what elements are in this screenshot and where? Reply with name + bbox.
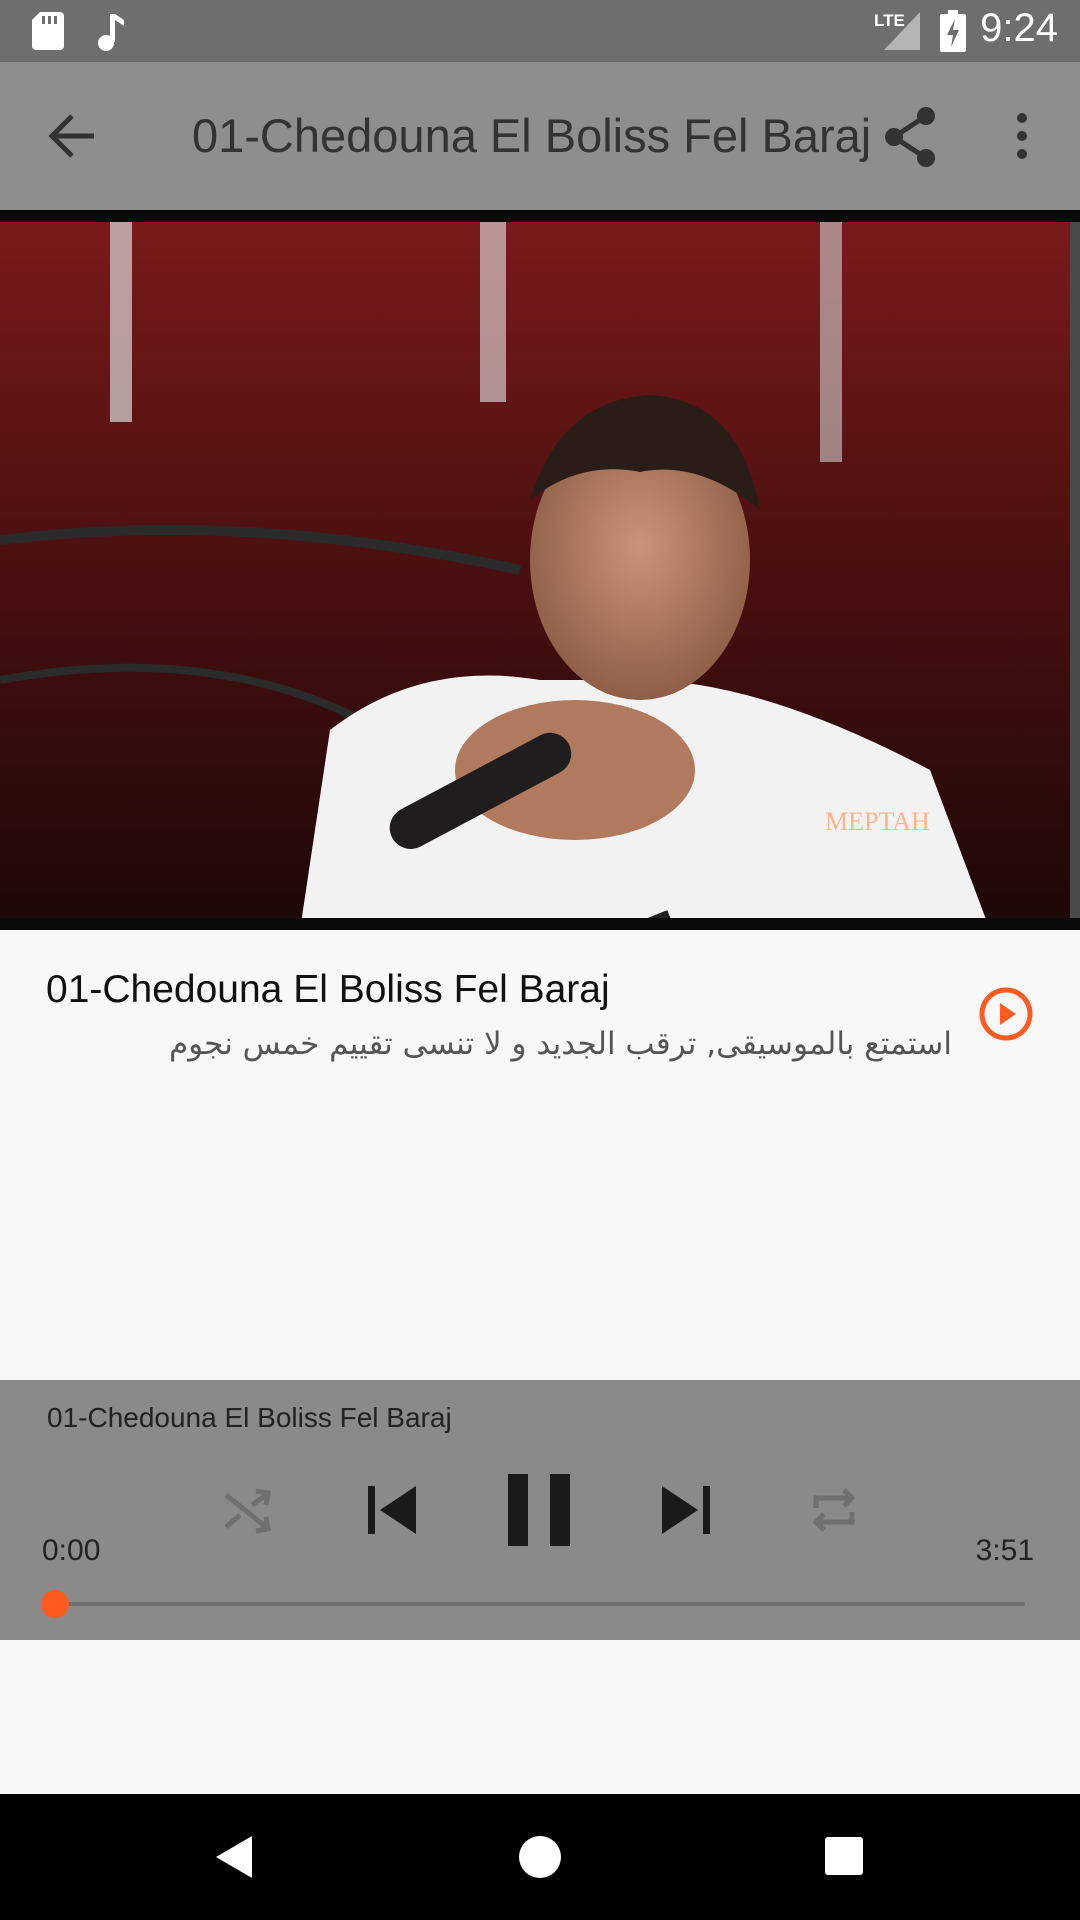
status-time: 9:24 — [980, 6, 1058, 50]
share-icon[interactable] — [882, 106, 938, 168]
system-nav-bar — [0, 1794, 1080, 1920]
battery-charging-icon — [940, 10, 966, 52]
mini-player: 01-Chedouna El Boliss Fel Baraj 0:00 3:5… — [0, 1380, 1080, 1640]
more-vert-icon[interactable] — [1012, 112, 1032, 160]
pause-icon[interactable] — [506, 1472, 572, 1548]
video-thumbnail: MEPTAH — [0, 210, 1080, 968]
seek-bar-thumb[interactable] — [41, 1590, 69, 1618]
track-title[interactable]: 01-Chedouna El Boliss Fel Baraj — [46, 968, 610, 1012]
music-note-icon — [98, 14, 124, 51]
shuffle-icon[interactable] — [222, 1485, 272, 1535]
status-bar: LTE 9:24 — [0, 0, 1080, 62]
repeat-icon[interactable] — [808, 1484, 860, 1536]
now-playing-title: 01-Chedouna El Boliss Fel Baraj — [47, 1402, 452, 1433]
current-time: 0:00 — [42, 1534, 101, 1567]
signal-icon — [884, 12, 920, 50]
app-bar: 01-Chedouna El Boliss Fel Baraj — [0, 62, 1080, 210]
nav-back-icon[interactable] — [214, 1834, 254, 1880]
video-watermark: MEPTAH — [825, 807, 930, 836]
sd-card-icon — [32, 12, 64, 50]
skip-previous-icon[interactable] — [366, 1484, 418, 1536]
page-title: 01-Chedouna El Boliss Fel Baraj — [192, 109, 872, 162]
total-time: 3:51 — [975, 1534, 1034, 1567]
back-arrow-icon[interactable] — [46, 112, 98, 160]
nav-recents-icon[interactable] — [824, 1836, 864, 1876]
nav-home-icon[interactable] — [518, 1835, 562, 1879]
play-circle-icon[interactable] — [978, 986, 1034, 1042]
seek-bar[interactable] — [55, 1602, 1025, 1606]
video-player[interactable]: MEPTAH — [0, 210, 1080, 968]
track-subtitle: استمتع بالموسيقى, ترقب الجديد و لا تنسى … — [168, 1026, 952, 1062]
skip-next-icon[interactable] — [660, 1484, 712, 1536]
